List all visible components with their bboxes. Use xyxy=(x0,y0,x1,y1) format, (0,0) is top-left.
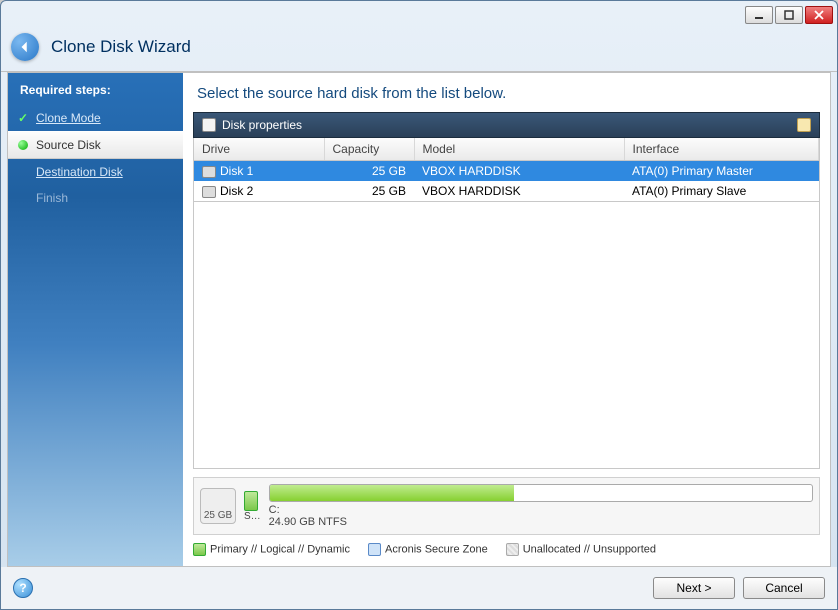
legend-unalloc-swatch xyxy=(506,543,519,556)
cell-model: VBOX HARDDISK xyxy=(422,184,521,198)
disk-properties-icon xyxy=(202,118,216,132)
step-label: Clone Mode xyxy=(36,111,101,125)
table-empty-area xyxy=(193,202,820,469)
col-interface[interactable]: Interface xyxy=(624,138,819,161)
disk-icon xyxy=(202,186,216,198)
volume-detail: 24.90 GB NTFS xyxy=(269,516,347,528)
legend: Primary // Logical // Dynamic Acronis Se… xyxy=(193,543,820,556)
steps-sidebar: Required steps: Clone Mode Source Disk D… xyxy=(8,73,183,566)
steps-heading: Required steps: xyxy=(8,73,183,105)
system-partition-swatch xyxy=(244,491,258,511)
col-drive[interactable]: Drive xyxy=(194,138,324,161)
system-partition-label: S… xyxy=(244,511,261,522)
table-row[interactable]: Disk 1 25 GB VBOX HARDDISK ATA(0) Primar… xyxy=(194,161,819,182)
col-model[interactable]: Model xyxy=(414,138,624,161)
step-label: Source Disk xyxy=(36,138,101,152)
cell-capacity: 25 GB xyxy=(372,184,406,198)
disk-total-icon: 25 GB xyxy=(200,488,236,524)
legend-secure-swatch xyxy=(368,543,381,556)
wizard-footer: ? Next > Cancel xyxy=(1,567,837,609)
cell-interface: ATA(0) Primary Slave xyxy=(632,184,746,198)
cell-drive: Disk 2 xyxy=(220,184,253,198)
wizard-header: Clone Disk Wizard xyxy=(1,29,837,72)
step-destination-disk[interactable]: Destination Disk xyxy=(8,159,183,185)
minimize-button[interactable] xyxy=(745,6,773,24)
partition-bar-panel: 25 GB S… C: 24.90 GB NTFS xyxy=(193,477,820,535)
close-button[interactable] xyxy=(805,6,833,24)
col-capacity[interactable]: Capacity xyxy=(324,138,414,161)
main-panel: Select the source hard disk from the lis… xyxy=(183,73,830,566)
legend-secure-label: Acronis Secure Zone xyxy=(385,543,488,555)
cell-capacity: 25 GB xyxy=(372,164,406,178)
wizard-window: Clone Disk Wizard Required steps: Clone … xyxy=(0,0,838,610)
cell-interface: ATA(0) Primary Master xyxy=(632,164,753,178)
step-label: Finish xyxy=(36,191,68,205)
legend-unalloc-label: Unallocated // Unsupported xyxy=(523,543,656,555)
table-row[interactable]: Disk 2 25 GB VBOX HARDDISK ATA(0) Primar… xyxy=(194,181,819,201)
step-finish: Finish xyxy=(8,185,183,211)
step-source-disk[interactable]: Source Disk xyxy=(8,131,183,159)
partition-bar xyxy=(269,484,813,502)
disk-icon xyxy=(202,166,216,178)
arrow-left-icon xyxy=(18,40,32,54)
wizard-title: Clone Disk Wizard xyxy=(51,37,191,57)
disk-properties-label: Disk properties xyxy=(222,118,302,132)
step-label: Destination Disk xyxy=(36,165,123,179)
volume-letter: C: xyxy=(269,504,280,516)
maximize-button[interactable] xyxy=(775,6,803,24)
partition-fill xyxy=(270,485,514,501)
instruction-text: Select the source hard disk from the lis… xyxy=(183,73,830,112)
disk-table: Drive Capacity Model Interface Disk 1 25… xyxy=(193,138,820,202)
help-button[interactable]: ? xyxy=(13,578,33,598)
window-titlebar xyxy=(1,1,837,29)
cancel-button[interactable]: Cancel xyxy=(743,577,825,599)
back-button[interactable] xyxy=(11,33,39,61)
step-clone-mode[interactable]: Clone Mode xyxy=(8,105,183,131)
next-button[interactable]: Next > xyxy=(653,577,735,599)
legend-primary-label: Primary // Logical // Dynamic xyxy=(210,543,350,555)
disk-properties-header: Disk properties xyxy=(193,112,820,138)
legend-primary-swatch xyxy=(193,543,206,556)
expand-columns-button[interactable] xyxy=(797,118,811,132)
disk-total-label: 25 GB xyxy=(204,510,232,521)
cell-model: VBOX HARDDISK xyxy=(422,164,521,178)
cell-drive: Disk 1 xyxy=(220,164,253,178)
